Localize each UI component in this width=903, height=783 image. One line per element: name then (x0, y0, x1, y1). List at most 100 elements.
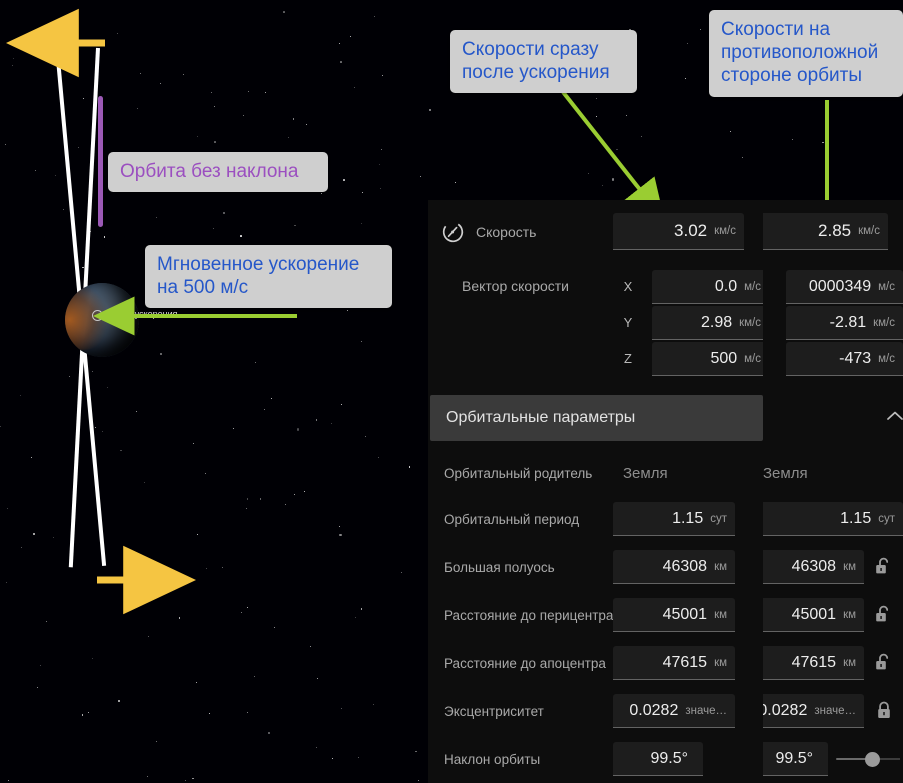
velocity-y-field-left[interactable]: 2.98 км/с (652, 306, 763, 340)
star (155, 741, 157, 743)
star (7, 507, 9, 509)
star (320, 192, 322, 194)
star (340, 404, 342, 406)
chevron-up-icon[interactable] (886, 410, 903, 422)
eccentricity-field-left[interactable]: 0.0282 значе… (613, 694, 735, 728)
star (120, 449, 122, 452)
lock-closed-icon-eccentricity[interactable] (875, 701, 893, 721)
star (156, 217, 158, 219)
orbital-parent-label: Орбитальный родитель (444, 466, 593, 481)
star (271, 398, 273, 400)
star (248, 91, 249, 93)
speed-field-right[interactable]: 2.85 км/с (755, 213, 888, 250)
star (265, 91, 267, 93)
vessel-label: После ускорения (106, 309, 178, 319)
star (83, 97, 85, 99)
star (616, 148, 618, 151)
lock-open-icon-apoapsis[interactable] (874, 653, 892, 673)
star (192, 443, 194, 445)
inclination-slider-knob[interactable] (865, 752, 880, 767)
star (212, 227, 214, 229)
star (196, 682, 198, 684)
star (214, 106, 216, 108)
star (340, 707, 342, 709)
eccentricity-unit-right: значе… (814, 704, 856, 717)
orbital-parameters-header[interactable]: Орбитальные параметры (430, 395, 763, 441)
star (178, 617, 181, 619)
star (159, 83, 161, 84)
velocity-x-field-left[interactable]: 0.0 м/с (652, 270, 763, 304)
star (379, 164, 381, 166)
star (210, 92, 212, 94)
semi-major-axis-value-left: 46308 (662, 557, 708, 575)
lock-open-icon-semi-major[interactable] (874, 557, 892, 577)
inclination-field-left[interactable]: 99.5° (613, 742, 703, 776)
star (380, 188, 382, 190)
star (136, 107, 138, 109)
velocity-y-value-left: 2.98 (700, 313, 733, 331)
star (354, 617, 356, 619)
star (315, 746, 317, 748)
star (288, 137, 290, 138)
star (242, 114, 244, 116)
star (82, 266, 84, 269)
star (684, 77, 686, 79)
vessel-marker-icon[interactable] (92, 310, 103, 321)
orbital-parameters-title: Орбитальные параметры (446, 409, 636, 426)
star (640, 135, 642, 137)
star (338, 525, 340, 527)
star (192, 777, 194, 780)
star (284, 504, 286, 505)
speedometer-icon (441, 220, 465, 244)
orbit-editor-panel: 2.85 км/с 0000349 м/с -2.81 км/с -473 м/… (428, 200, 903, 783)
callout-text: Орбита без наклона (120, 161, 299, 182)
inclination-value-left: 99.5° (650, 749, 688, 767)
semi-major-axis-unit-left: км (714, 560, 727, 573)
orbital-period-field-left[interactable]: 1.15 сут (613, 502, 735, 536)
periapsis-unit-left: км (714, 608, 727, 621)
star (223, 211, 226, 214)
velocity-x-value-left: 0.0 (714, 277, 738, 295)
velocity-z-value-right: -473 (839, 349, 872, 367)
star (361, 192, 363, 194)
callout-orbit-no-inclination: Орбита без наклона (108, 152, 328, 193)
velocity-x-field-right[interactable]: 0000349 м/с (786, 270, 903, 304)
speed-label: Скорость (476, 224, 537, 240)
star (360, 608, 363, 610)
star (117, 33, 119, 35)
apoapsis-field-left[interactable]: 47615 км (613, 646, 735, 680)
star (595, 97, 597, 99)
periapsis-field-left[interactable]: 45001 км (613, 598, 735, 632)
star (160, 352, 163, 356)
semi-major-axis-field-left[interactable]: 46308 км (613, 550, 735, 584)
star (309, 646, 311, 648)
star (205, 472, 207, 474)
star (687, 42, 689, 44)
inclination-slider-track-right (880, 758, 900, 760)
star (183, 74, 184, 75)
velocity-y-field-right[interactable]: -2.81 км/с (786, 306, 903, 340)
star (102, 431, 104, 432)
velocity-z-field-left[interactable]: 500 м/с (652, 342, 763, 376)
orbital-period-label: Орбитальный период (444, 512, 580, 527)
velocity-z-field-right[interactable]: -473 м/с (786, 342, 903, 376)
star (54, 174, 56, 176)
star (400, 571, 402, 573)
star (611, 178, 614, 181)
star (95, 427, 97, 429)
lock-open-icon-periapsis[interactable] (874, 605, 892, 625)
speed-field-left[interactable]: 3.02 км/с (613, 213, 744, 250)
star (77, 147, 79, 148)
star (305, 123, 307, 125)
star (343, 179, 345, 181)
star (374, 15, 376, 17)
speed-value-right: 2.85 (818, 221, 852, 240)
speed-value-left: 3.02 (674, 221, 708, 240)
star (240, 235, 242, 237)
velocity-x-unit-right: м/с (878, 280, 895, 293)
velocity-z-value-left: 500 (710, 349, 738, 367)
eccentricity-value-right: 0.0282 (758, 701, 808, 719)
star (330, 422, 332, 424)
callout-speeds-opposite-side: Скорости на противоположной стороне орбиты (709, 10, 903, 97)
orbital-period-unit-right: сут (878, 512, 895, 525)
